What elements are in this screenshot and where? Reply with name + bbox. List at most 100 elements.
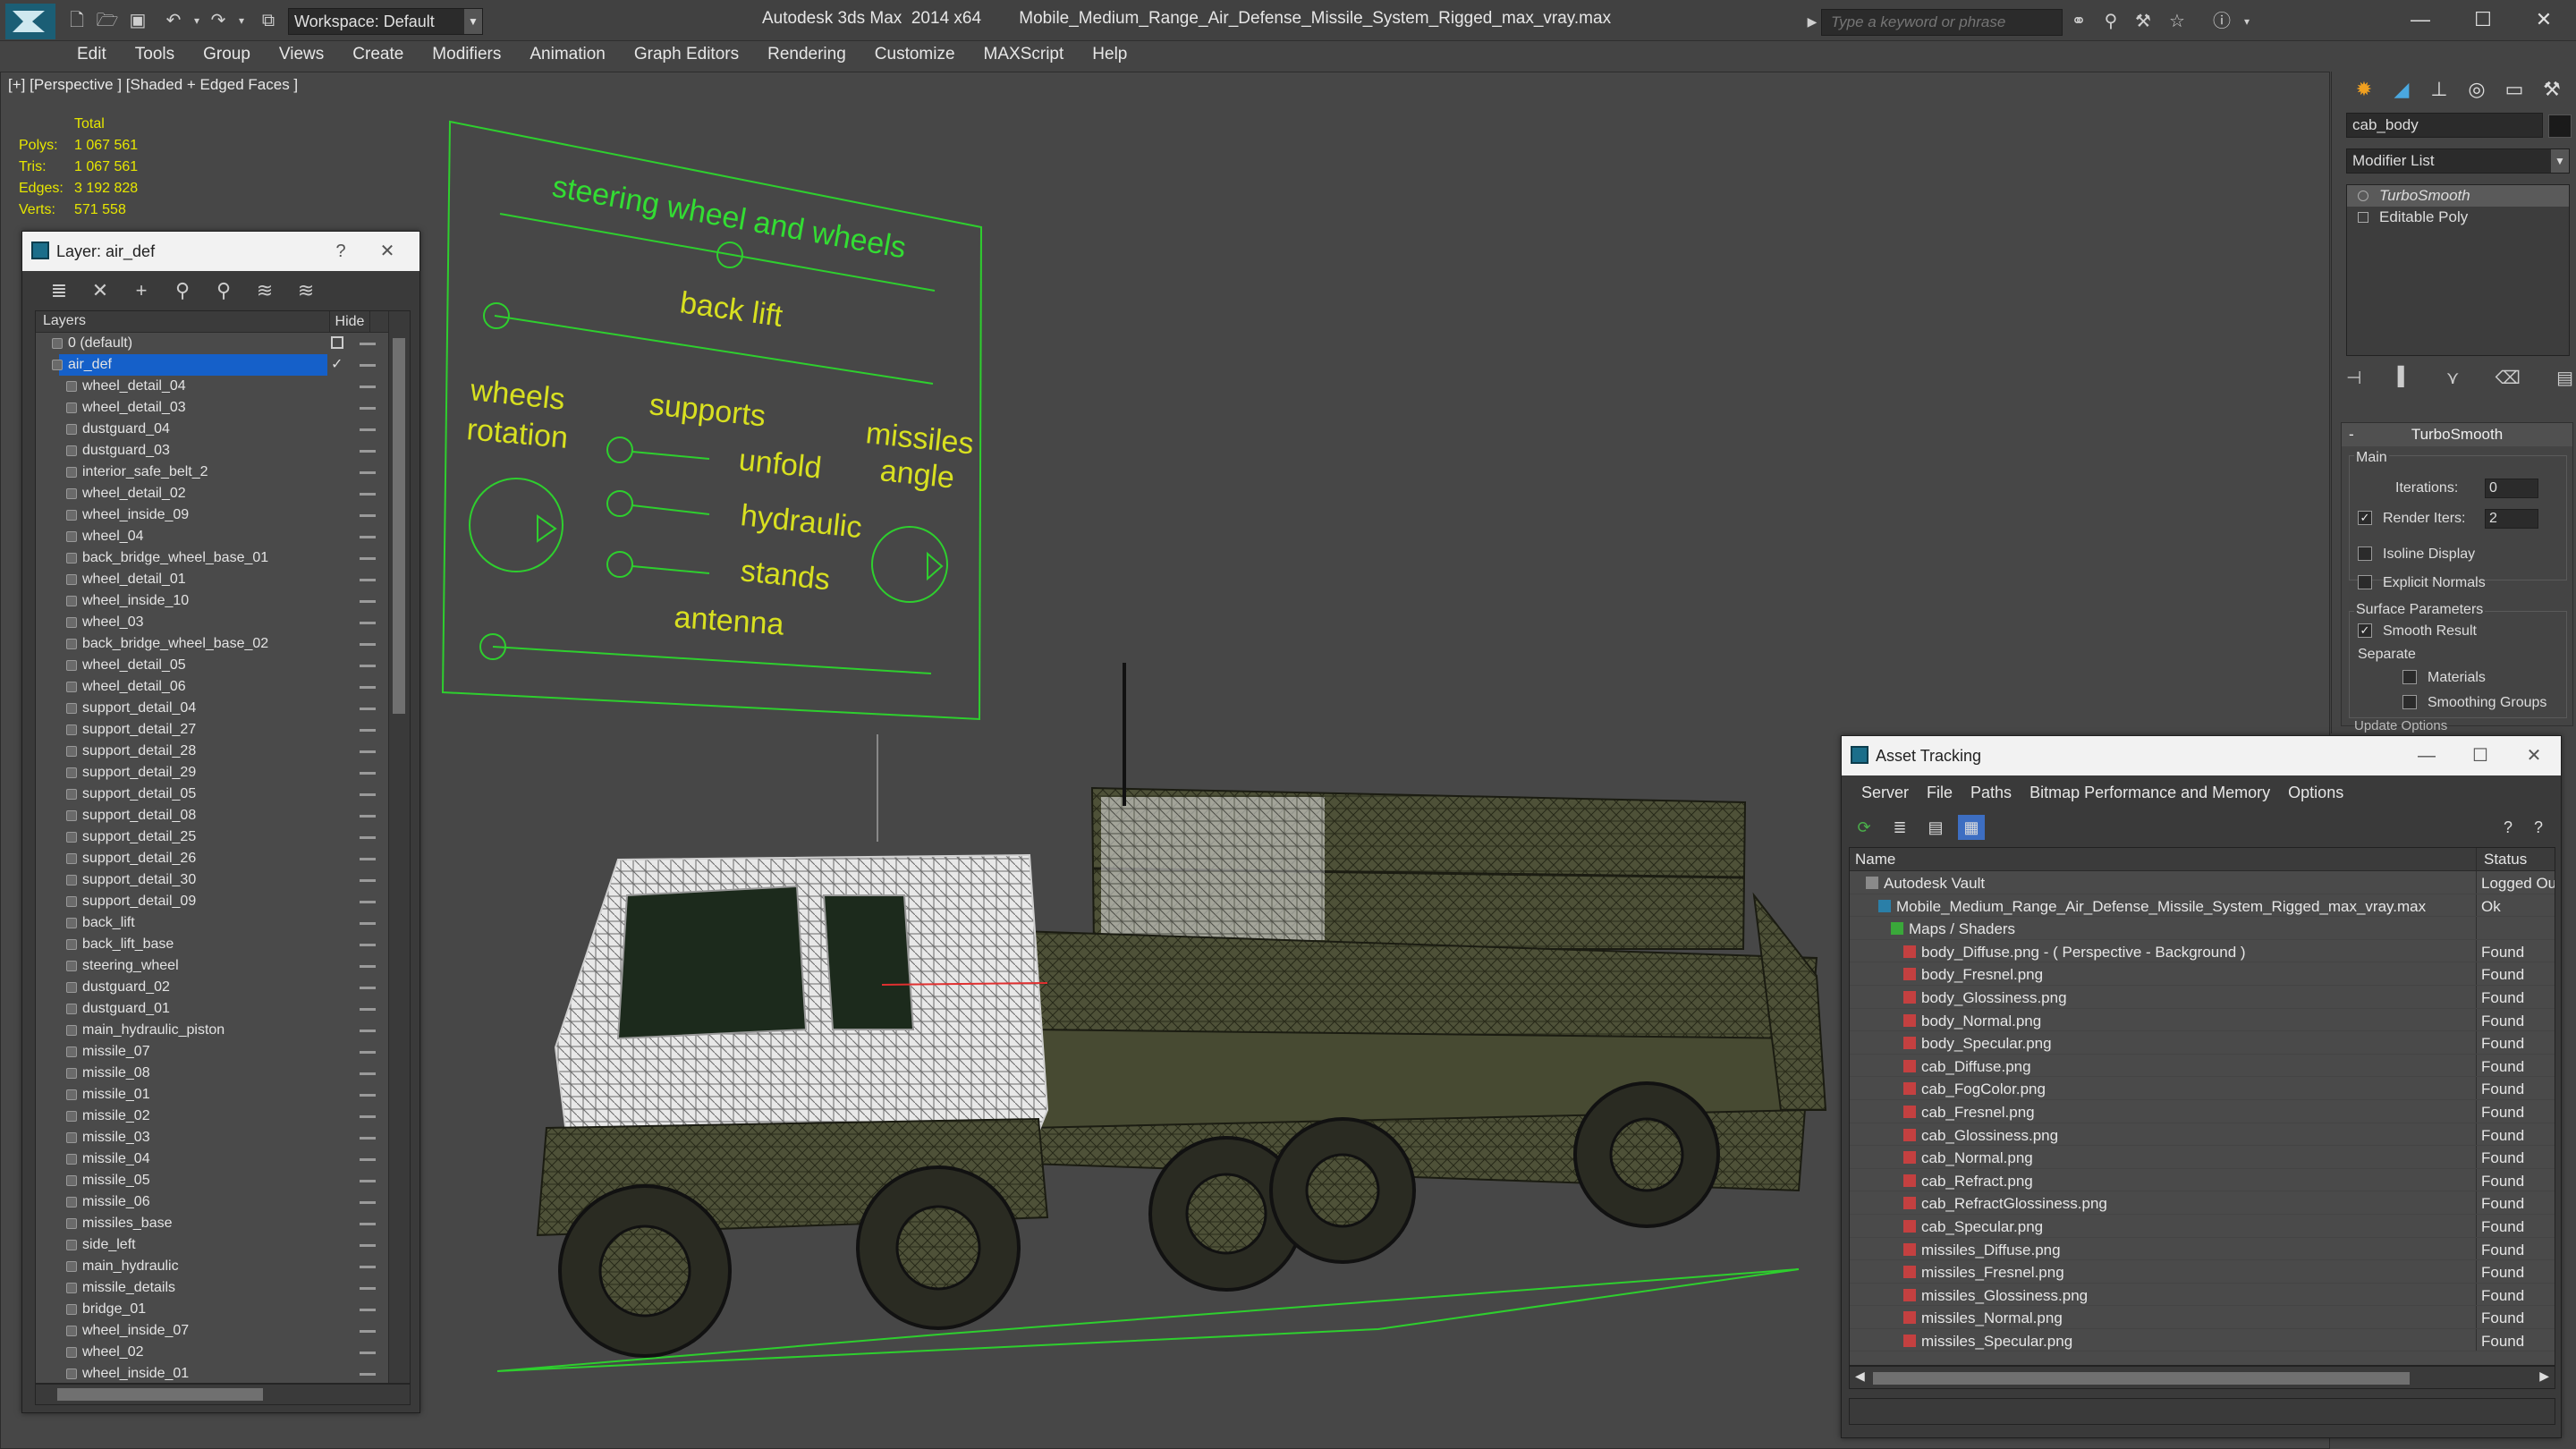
freeze-all-icon[interactable]: ≋: [287, 275, 325, 306]
select-objects-icon[interactable]: ⚲: [164, 275, 201, 306]
layer-row[interactable]: wheel_detail_06: [36, 676, 410, 698]
iterations-spinner[interactable]: 0: [2485, 479, 2538, 498]
list-view-icon[interactable]: ≣: [1886, 815, 1913, 840]
open-file-icon[interactable]: 🗁: [95, 9, 120, 32]
asset-row[interactable]: body_Specular.png Found: [1850, 1031, 2555, 1055]
asset-menu-paths[interactable]: Paths: [1962, 784, 2021, 802]
layer-row[interactable]: wheel_detail_04: [36, 376, 410, 397]
render-iters-spinner[interactable]: 2: [2485, 509, 2538, 529]
hide-toggle[interactable]: [360, 407, 376, 410]
layer-row[interactable]: dustguard_04: [36, 419, 410, 440]
layer-row[interactable]: wheel_02: [36, 1342, 410, 1363]
hierarchy-tab-icon[interactable]: ⊥: [2421, 72, 2457, 107]
help-options-icon[interactable]: ?: [2525, 815, 2552, 840]
layer-row[interactable]: steering_wheel: [36, 955, 410, 977]
stack-item-turbosmooth[interactable]: TurboSmooth: [2347, 185, 2569, 207]
asset-row[interactable]: body_Fresnel.png Found: [1850, 962, 2555, 986]
asset-row[interactable]: cab_Normal.png Found: [1850, 1146, 2555, 1169]
menu-maxscript[interactable]: MAXScript: [970, 41, 1079, 70]
subscription-icon[interactable]: ⚲: [2098, 9, 2123, 34]
hide-toggle[interactable]: [360, 536, 376, 538]
layer-row[interactable]: support_detail_08: [36, 805, 410, 826]
layer-row[interactable]: back_lift: [36, 912, 410, 934]
asset-row[interactable]: cab_Fresnel.png Found: [1850, 1099, 2555, 1123]
layer-row[interactable]: missile_07: [36, 1041, 410, 1063]
scrollbar-thumb[interactable]: [57, 1388, 263, 1401]
smooth-result-checkbox[interactable]: ✓: [2358, 623, 2372, 638]
hide-toggle[interactable]: [360, 1352, 376, 1354]
viewport-label[interactable]: [+] [Perspective ] [Shaded + Edged Faces…: [8, 76, 298, 94]
layer-row[interactable]: wheel_04: [36, 526, 410, 547]
create-tab-icon[interactable]: ✹: [2346, 72, 2382, 107]
hide-toggle[interactable]: [360, 965, 376, 968]
hide-toggle[interactable]: [360, 1094, 376, 1097]
hide-toggle[interactable]: [360, 1309, 376, 1311]
layer-row[interactable]: wheel_detail_01: [36, 569, 410, 590]
hide-toggle[interactable]: [360, 901, 376, 903]
layer-row-selected[interactable]: air_def ✓: [36, 354, 410, 376]
asset-row[interactable]: body_Diffuse.png - ( Perspective - Backg…: [1850, 939, 2555, 963]
asset-panel-titlebar[interactable]: Asset Tracking — ☐ ✕: [1842, 736, 2561, 775]
asset-row[interactable]: body_Glossiness.png Found: [1850, 985, 2555, 1009]
minimize-icon[interactable]: —: [2394, 4, 2447, 36]
layer-row[interactable]: interior_safe_belt_2: [36, 462, 410, 483]
asset-row[interactable]: missiles_Diffuse.png Found: [1850, 1237, 2555, 1261]
asset-row[interactable]: cab_Glossiness.png Found: [1850, 1123, 2555, 1147]
hide-toggle[interactable]: [360, 665, 376, 667]
layer-row[interactable]: dustguard_03: [36, 440, 410, 462]
object-name-field[interactable]: cab_body: [2346, 113, 2543, 138]
redo-icon[interactable]: ↷: [206, 9, 231, 32]
hide-toggle[interactable]: [360, 793, 376, 796]
layer-row[interactable]: bridge_01: [36, 1299, 410, 1320]
modify-tab-icon[interactable]: ◢: [2384, 72, 2419, 107]
maximize-icon[interactable]: ☐: [2462, 736, 2498, 775]
close-icon[interactable]: ✕: [2517, 4, 2571, 36]
binoculars-icon[interactable]: ⚭: [2066, 9, 2091, 34]
hide-toggle[interactable]: [360, 364, 376, 367]
asset-row[interactable]: Maps / Shaders: [1850, 917, 2555, 940]
hide-toggle[interactable]: [360, 514, 376, 517]
layer-row[interactable]: wheel_inside_10: [36, 590, 410, 612]
help-dropdown-icon[interactable]: ▾: [2234, 9, 2259, 34]
object-color-swatch[interactable]: [2548, 114, 2572, 138]
create-layer-icon[interactable]: ≣: [40, 275, 78, 306]
render-iters-checkbox[interactable]: ✓: [2358, 511, 2372, 525]
asset-table[interactable]: Name Status Autodesk Vault Logged Ou Mobil…: [1849, 847, 2555, 1366]
pin-stack-icon[interactable]: ⊣: [2346, 367, 2361, 394]
layer-row[interactable]: support_detail_29: [36, 762, 410, 784]
asset-horizontal-scrollbar[interactable]: ◀ ▶: [1849, 1366, 2555, 1389]
layer-row[interactable]: missile_details: [36, 1277, 410, 1299]
maximize-icon[interactable]: ☐: [2456, 4, 2510, 36]
asset-row[interactable]: cab_Refract.png Found: [1850, 1168, 2555, 1192]
configure-sets-icon[interactable]: ▤: [2556, 367, 2573, 394]
remove-modifier-icon[interactable]: ⌫: [2496, 367, 2521, 394]
layer-row[interactable]: support_detail_04: [36, 698, 410, 719]
hide-toggle[interactable]: [360, 1158, 376, 1161]
asset-row[interactable]: missiles_Glossiness.png Found: [1850, 1283, 2555, 1307]
asset-row[interactable]: missiles_Specular.png Found: [1850, 1328, 2555, 1352]
hide-toggle[interactable]: [360, 1287, 376, 1290]
layer-row[interactable]: 0 (default): [36, 333, 410, 354]
hide-toggle[interactable]: [360, 1180, 376, 1182]
layer-vertical-scrollbar[interactable]: [388, 311, 410, 1383]
asset-row[interactable]: cab_Specular.png Found: [1850, 1214, 2555, 1238]
hide-toggle[interactable]: [360, 772, 376, 775]
stack-item-editable-poly[interactable]: Editable Poly: [2347, 207, 2569, 228]
asset-row[interactable]: cab_RefractGlossiness.png Found: [1850, 1191, 2555, 1215]
undo-icon[interactable]: ↶: [161, 9, 186, 32]
turbosmooth-rollout-header[interactable]: - TurboSmooth: [2342, 423, 2572, 446]
hide-toggle[interactable]: [360, 386, 376, 388]
explicit-normals-checkbox[interactable]: [2358, 575, 2372, 589]
add-to-layer-icon[interactable]: +: [123, 275, 160, 306]
asset-menu-file[interactable]: File: [1918, 784, 1962, 802]
layer-row[interactable]: missile_03: [36, 1127, 410, 1148]
layer-panel-titlebar[interactable]: Layer: air_def ? ✕: [22, 232, 419, 271]
modifier-list-dropdown[interactable]: Modifier List ▼: [2346, 148, 2570, 174]
col-layers[interactable]: Layers: [43, 313, 86, 329]
delete-layer-icon[interactable]: ✕: [81, 275, 119, 306]
menu-graph-editors[interactable]: Graph Editors: [620, 41, 753, 70]
grid-view-icon[interactable]: ▦: [1958, 815, 1985, 840]
hide-toggle[interactable]: [360, 1373, 376, 1376]
hide-toggle[interactable]: [360, 1266, 376, 1268]
layer-row[interactable]: support_detail_30: [36, 869, 410, 891]
